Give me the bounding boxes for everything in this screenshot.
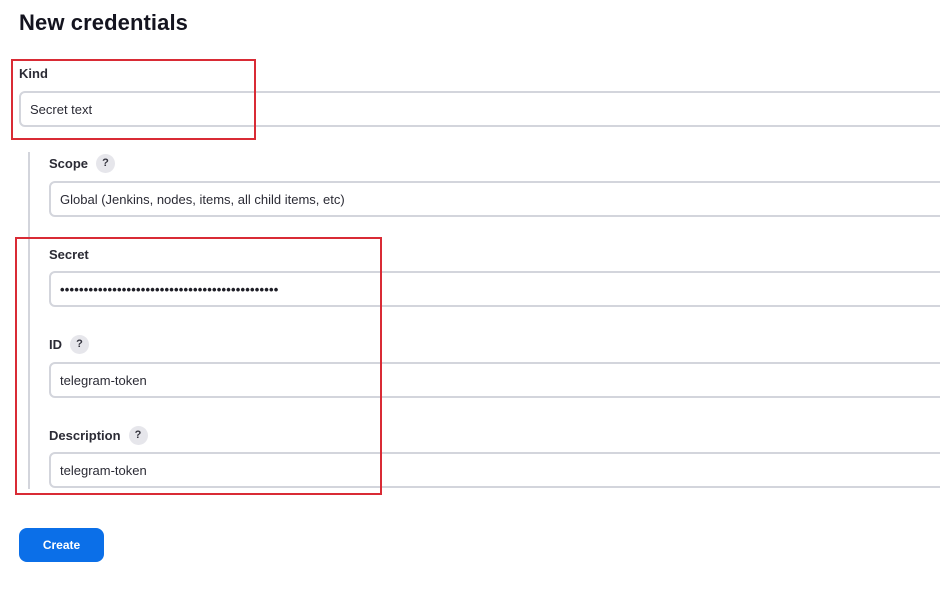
description-help-icon[interactable]: ? <box>128 426 148 445</box>
secret-label: Secret <box>49 247 89 262</box>
kind-select[interactable]: Secret text <box>19 91 940 127</box>
id-label-text: ID <box>49 337 62 352</box>
page-title: New credentials <box>19 10 189 35</box>
description-input[interactable]: telegram-token <box>49 452 940 488</box>
description-label-text: Description <box>49 428 121 443</box>
kind-label: Kind <box>19 66 48 81</box>
scope-help-icon[interactable]: ? <box>96 154 116 173</box>
secret-input[interactable]: ••••••••••••••••••••••••••••••••••••••••… <box>49 271 940 307</box>
description-label: Description ? <box>49 426 148 445</box>
kind-select-value: Secret text <box>30 101 93 117</box>
kind-label-text: Kind <box>19 66 48 81</box>
create-button[interactable]: Create <box>19 528 104 562</box>
id-label: ID ? <box>49 335 89 354</box>
secret-input-value: ••••••••••••••••••••••••••••••••••••••••… <box>60 281 279 297</box>
scope-label: Scope ? <box>49 154 116 173</box>
scope-select-value: Global (Jenkins, nodes, items, all child… <box>60 191 345 207</box>
scope-select[interactable]: Global (Jenkins, nodes, items, all child… <box>49 181 940 217</box>
scope-label-text: Scope <box>49 156 89 171</box>
secret-label-text: Secret <box>49 247 89 262</box>
id-help-icon[interactable]: ? <box>70 335 89 354</box>
new-credentials-page: New credentials Kind Secret text Scope ?… <box>0 0 940 596</box>
description-input-value: telegram-token <box>60 462 147 478</box>
nested-section-rule <box>28 152 30 489</box>
id-input-value: telegram-token <box>60 372 147 388</box>
id-input[interactable]: telegram-token <box>49 362 940 398</box>
